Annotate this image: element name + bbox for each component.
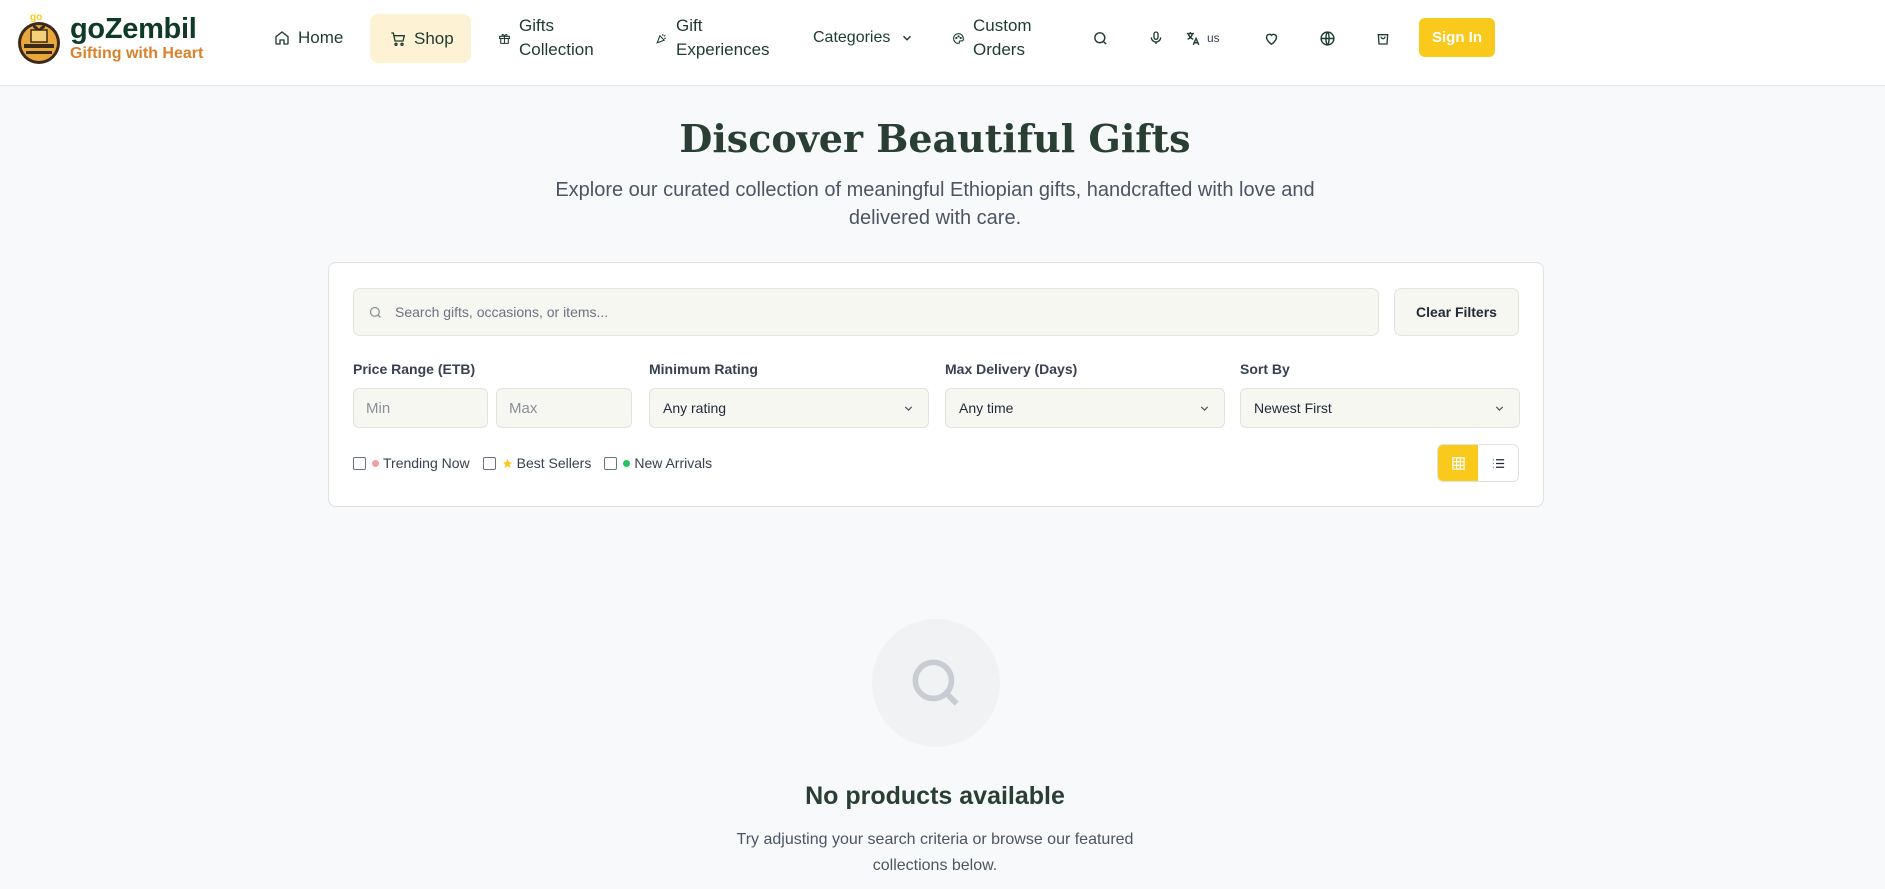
checkbox-box[interactable]	[482, 456, 496, 470]
price-max-input[interactable]	[496, 388, 632, 428]
nav-categories-dropdown[interactable]: Categories	[813, 26, 914, 50]
chevron-down-icon	[900, 31, 914, 45]
clear-filters-button[interactable]: Clear Filters	[1394, 288, 1519, 336]
price-min-input[interactable]	[353, 388, 488, 428]
nav-gift-experiences-label-1: Gift	[676, 16, 703, 35]
checkbox-box[interactable]	[604, 456, 618, 470]
cart-icon	[390, 31, 406, 47]
chevron-down-icon	[1198, 402, 1211, 415]
translate-button[interactable]: us	[1184, 26, 1230, 50]
nav-gift-experiences[interactable]: Gift Experiences	[655, 14, 770, 62]
rating-value: Any rating	[663, 400, 727, 416]
page-subtitle: Explore our curated collection of meanin…	[555, 179, 1315, 229]
site-header: go goZembil Gifting with Heart Home Shop	[0, 0, 1885, 86]
translate-icon	[1184, 30, 1201, 47]
globe-icon[interactable]	[1315, 26, 1339, 50]
new-arrivals-label: New Arrivals	[634, 455, 713, 471]
logo-basket-icon: go	[16, 10, 62, 66]
nav-categories-label: Categories	[813, 29, 891, 46]
brand-name: goZembil	[70, 13, 197, 45]
sign-in-button[interactable]: Sign In	[1419, 18, 1495, 57]
view-toggle	[1437, 444, 1519, 482]
empty-state-subtitle: Try adjusting your search criteria or br…	[736, 831, 1134, 874]
list-view-button[interactable]	[1478, 445, 1518, 481]
microphone-icon[interactable]	[1144, 26, 1168, 50]
home-icon	[274, 30, 290, 46]
nav-custom-orders-label-1: Custom	[973, 16, 1032, 35]
svg-text:go: go	[30, 12, 42, 23]
shopping-bag-icon[interactable]	[1371, 26, 1395, 50]
brand-tagline: Gifting with Heart	[70, 45, 204, 62]
search-field[interactable]	[353, 288, 1379, 336]
nav-home-label: Home	[298, 28, 344, 47]
nav-shop[interactable]: Shop	[370, 14, 471, 63]
grid-icon	[1451, 456, 1466, 471]
nav-home[interactable]: Home	[274, 26, 343, 50]
nav-shop-label: Shop	[414, 28, 454, 48]
search-input[interactable]	[395, 304, 1295, 320]
nav-custom-orders-label-2: Orders	[973, 40, 1025, 59]
nav-custom-orders[interactable]: Custom Orders	[952, 14, 1032, 62]
search-icon	[368, 305, 383, 320]
empty-state-title: No products available	[805, 782, 1065, 810]
empty-state-illustration	[872, 619, 1000, 747]
star-icon	[502, 458, 513, 469]
price-range-label: Price Range (ETB)	[353, 361, 476, 377]
chevron-down-icon	[1493, 402, 1506, 415]
sort-label: Sort By	[1240, 361, 1290, 377]
trending-label: Trending Now	[383, 455, 470, 471]
language-code: us	[1207, 31, 1220, 45]
brand-logo-link[interactable]: go goZembil Gifting with Heart	[16, 10, 203, 66]
rating-select[interactable]: Any rating	[649, 388, 929, 428]
list-icon	[1491, 456, 1506, 471]
grid-view-button[interactable]	[1438, 445, 1478, 481]
trending-checkbox[interactable]: Trending Now	[353, 455, 470, 471]
filter-panel: Clear Filters Price Range (ETB) Minimum …	[328, 262, 1544, 507]
best-sellers-label: Best Sellers	[516, 455, 592, 471]
sort-value: Newest First	[1254, 400, 1332, 416]
party-icon	[655, 32, 668, 45]
page-title: Discover Beautiful Gifts	[679, 116, 1191, 161]
trending-dot-icon	[372, 459, 379, 467]
gift-icon	[498, 32, 511, 45]
delivery-select[interactable]: Any time	[945, 388, 1225, 428]
new-dot-icon	[623, 459, 631, 467]
nav-gift-experiences-label-2: Experiences	[676, 40, 770, 59]
nav-gifts-collection-label-2: Collection	[519, 40, 594, 59]
nav-gifts-collection-label-1: Gifts	[519, 16, 554, 35]
quick-filters: Trending Now Best Sellers New Arrivals	[353, 455, 725, 471]
best-sellers-checkbox[interactable]: Best Sellers	[482, 455, 592, 471]
nav-gifts-collection[interactable]: Gifts Collection	[498, 14, 594, 62]
delivery-label: Max Delivery (Days)	[945, 361, 1078, 377]
chevron-down-icon	[902, 402, 915, 415]
sort-select[interactable]: Newest First	[1240, 388, 1520, 428]
checkbox-box[interactable]	[353, 456, 366, 470]
search-icon	[905, 652, 967, 714]
rating-label: Minimum Rating	[649, 361, 758, 377]
new-arrivals-checkbox[interactable]: New Arrivals	[604, 455, 712, 471]
palette-icon	[952, 32, 965, 45]
delivery-value: Any time	[959, 400, 1014, 416]
search-icon[interactable]	[1088, 26, 1112, 50]
heart-icon[interactable]	[1259, 26, 1283, 50]
